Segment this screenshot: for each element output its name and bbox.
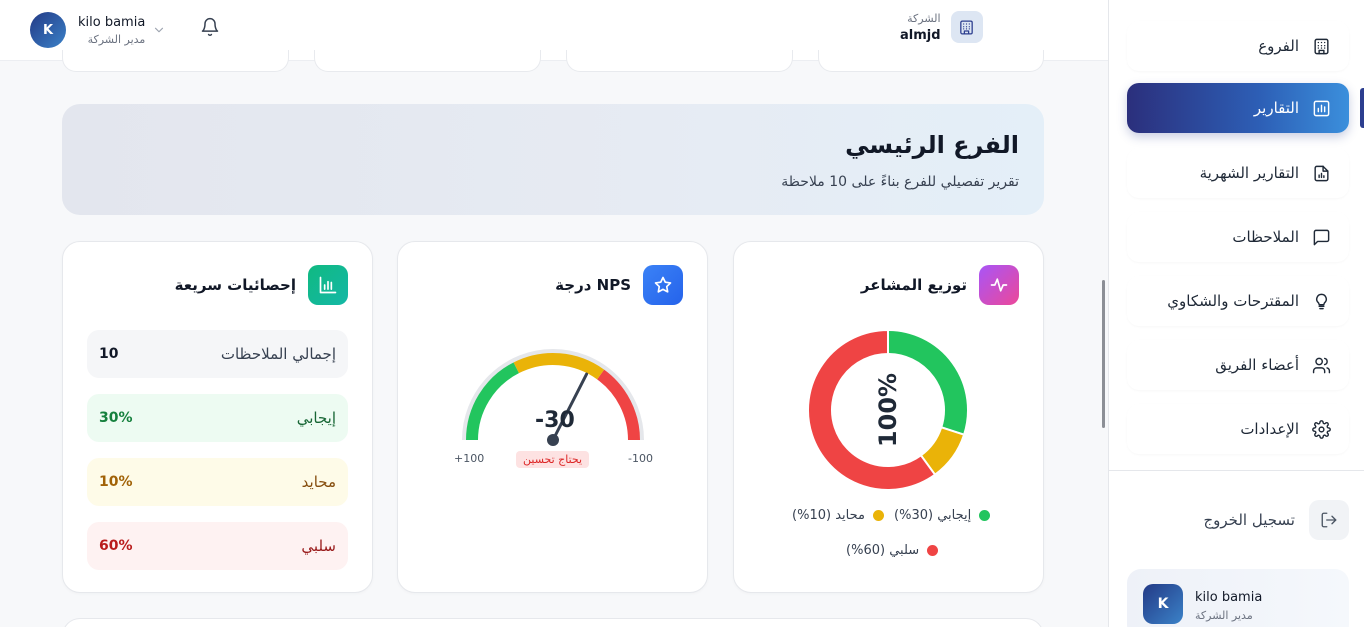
summary-card — [818, 50, 1044, 72]
legend-label: محايد (10%) — [792, 508, 865, 523]
lightbulb-icon — [1311, 291, 1331, 311]
sentiment-card: توزيع المشاعر 100% إيجابي (30%) محايد (10… — [733, 241, 1044, 593]
next-section-card — [62, 618, 1044, 627]
gauge-hub — [547, 434, 559, 446]
gauge-zone-1 — [513, 353, 605, 380]
sidebar-item-label: الملاحظات — [1232, 228, 1299, 246]
page-subtitle: تقرير تفصيلي للفرع بناءً على 10 ملاحظة — [781, 174, 1019, 190]
quick-stats-card: إحصائيات سريعة 10 إجمالي الملاحظات 30% إيجا… — [62, 241, 373, 593]
stat-label: إجمالي الملاحظات — [220, 345, 336, 363]
stat-row: 10 إجمالي الملاحظات — [87, 330, 348, 378]
profile-card[interactable]: K kilo bamia مدير الشركة — [1127, 569, 1349, 627]
status-badge: يحتاج تحسين — [516, 451, 590, 468]
sidebar-divider — [1109, 470, 1364, 471]
sidebar-item-label: التقارير — [1253, 99, 1299, 117]
building-icon — [1311, 36, 1331, 56]
stat-value: 30% — [99, 410, 133, 426]
avatar[interactable]: K — [30, 12, 66, 48]
summary-card — [62, 50, 289, 72]
legend-label: سلبي (60%) — [846, 543, 920, 558]
legend-dot — [927, 545, 939, 556]
legend-dot — [979, 510, 991, 521]
summary-card — [566, 50, 793, 72]
stat-value: 10% — [99, 474, 133, 490]
scrollbar[interactable] — [1102, 280, 1105, 428]
user-name: kilo bamia — [78, 14, 146, 30]
sidebar-item-label: الفروع — [1258, 37, 1299, 55]
legend-item: محايد (10%) — [792, 508, 884, 523]
sidebar-item[interactable]: الفروع — [1127, 21, 1349, 71]
sidebar-item[interactable]: أعضاء الفريق — [1127, 340, 1349, 390]
donut-center-label: 100% — [874, 373, 902, 447]
stat-row: 30% إيجابي — [87, 394, 348, 442]
card-title: إحصائيات سريعة — [174, 276, 296, 294]
legend-label: إيجابي (30%) — [894, 508, 972, 523]
legend-item: إيجابي (30%) — [894, 508, 991, 523]
sidebar-item[interactable]: المقترحات والشكاوي — [1127, 276, 1349, 326]
bar-chart-icon — [308, 265, 348, 305]
user-role: مدير الشركة — [87, 32, 146, 46]
legend-item: سلبي (60%) — [846, 543, 939, 558]
nps-score: -30 — [535, 408, 575, 433]
summary-card — [314, 50, 541, 72]
stat-value: 10 — [99, 346, 119, 362]
logout-button[interactable]: تسجيل الخروج — [1127, 499, 1349, 541]
sidebar-item[interactable]: التقارير الشهرية — [1127, 148, 1349, 198]
message-icon — [1311, 227, 1331, 247]
nps-card: درجة NPS -30 +100 -100 يحتاج تحسين — [397, 241, 708, 593]
user-menu[interactable]: K kilo bamia مدير الشركة — [30, 12, 145, 48]
logout-label: تسجيل الخروج — [1203, 511, 1295, 529]
gauge-max-label: +100 — [454, 452, 485, 465]
active-indicator — [1360, 88, 1364, 128]
sidebar-item-label: المقترحات والشكاوي — [1167, 292, 1299, 310]
company-name: almjd — [900, 27, 941, 43]
bell-icon[interactable] — [200, 17, 222, 39]
profile-name: kilo bamia — [1195, 590, 1263, 605]
sentiment-donut-chart: 100% — [807, 328, 969, 491]
stat-label: إيجابي — [296, 409, 336, 427]
stat-row: 10% محايد — [87, 458, 348, 506]
building-icon — [950, 11, 983, 43]
profile-role: مدير الشركة — [1195, 609, 1253, 622]
gauge-zone-2 — [466, 362, 520, 441]
bar-chart-icon — [1311, 98, 1331, 118]
company-label: الشركة — [907, 11, 941, 25]
legend-dot — [872, 510, 884, 521]
users-icon — [1311, 355, 1331, 375]
stat-label: محايد — [301, 473, 336, 491]
sidebar-item-label: أعضاء الفريق — [1215, 356, 1299, 374]
page-title: الفرع الرئيسي — [845, 131, 1019, 159]
stat-row: 60% سلبي — [87, 522, 348, 570]
file-chart-icon — [1311, 163, 1331, 183]
gauge-min-label: -100 — [628, 452, 653, 465]
gear-icon — [1311, 419, 1331, 439]
stat-label: سلبي — [301, 537, 336, 555]
sidebar-item[interactable]: التقارير — [1127, 83, 1349, 133]
avatar: K — [1143, 584, 1183, 624]
gauge-zone-0 — [596, 369, 640, 441]
company-info: الشركة almjd — [900, 11, 983, 43]
sidebar-item[interactable]: الملاحظات — [1127, 212, 1349, 262]
sidebar-item-label: الإعدادات — [1240, 420, 1299, 438]
sidebar: الفروع التقارير التقارير الشهرية الملاحظات ا… — [1108, 0, 1364, 627]
branch-banner: الفرع الرئيسي تقرير تفصيلي للفرع بناءً ع… — [62, 104, 1044, 215]
sidebar-item-label: التقارير الشهرية — [1199, 164, 1299, 182]
logout-icon — [1309, 500, 1349, 540]
stat-value: 60% — [99, 538, 133, 554]
chevron-down-icon[interactable] — [152, 22, 166, 36]
sidebar-item[interactable]: الإعدادات — [1127, 404, 1349, 454]
